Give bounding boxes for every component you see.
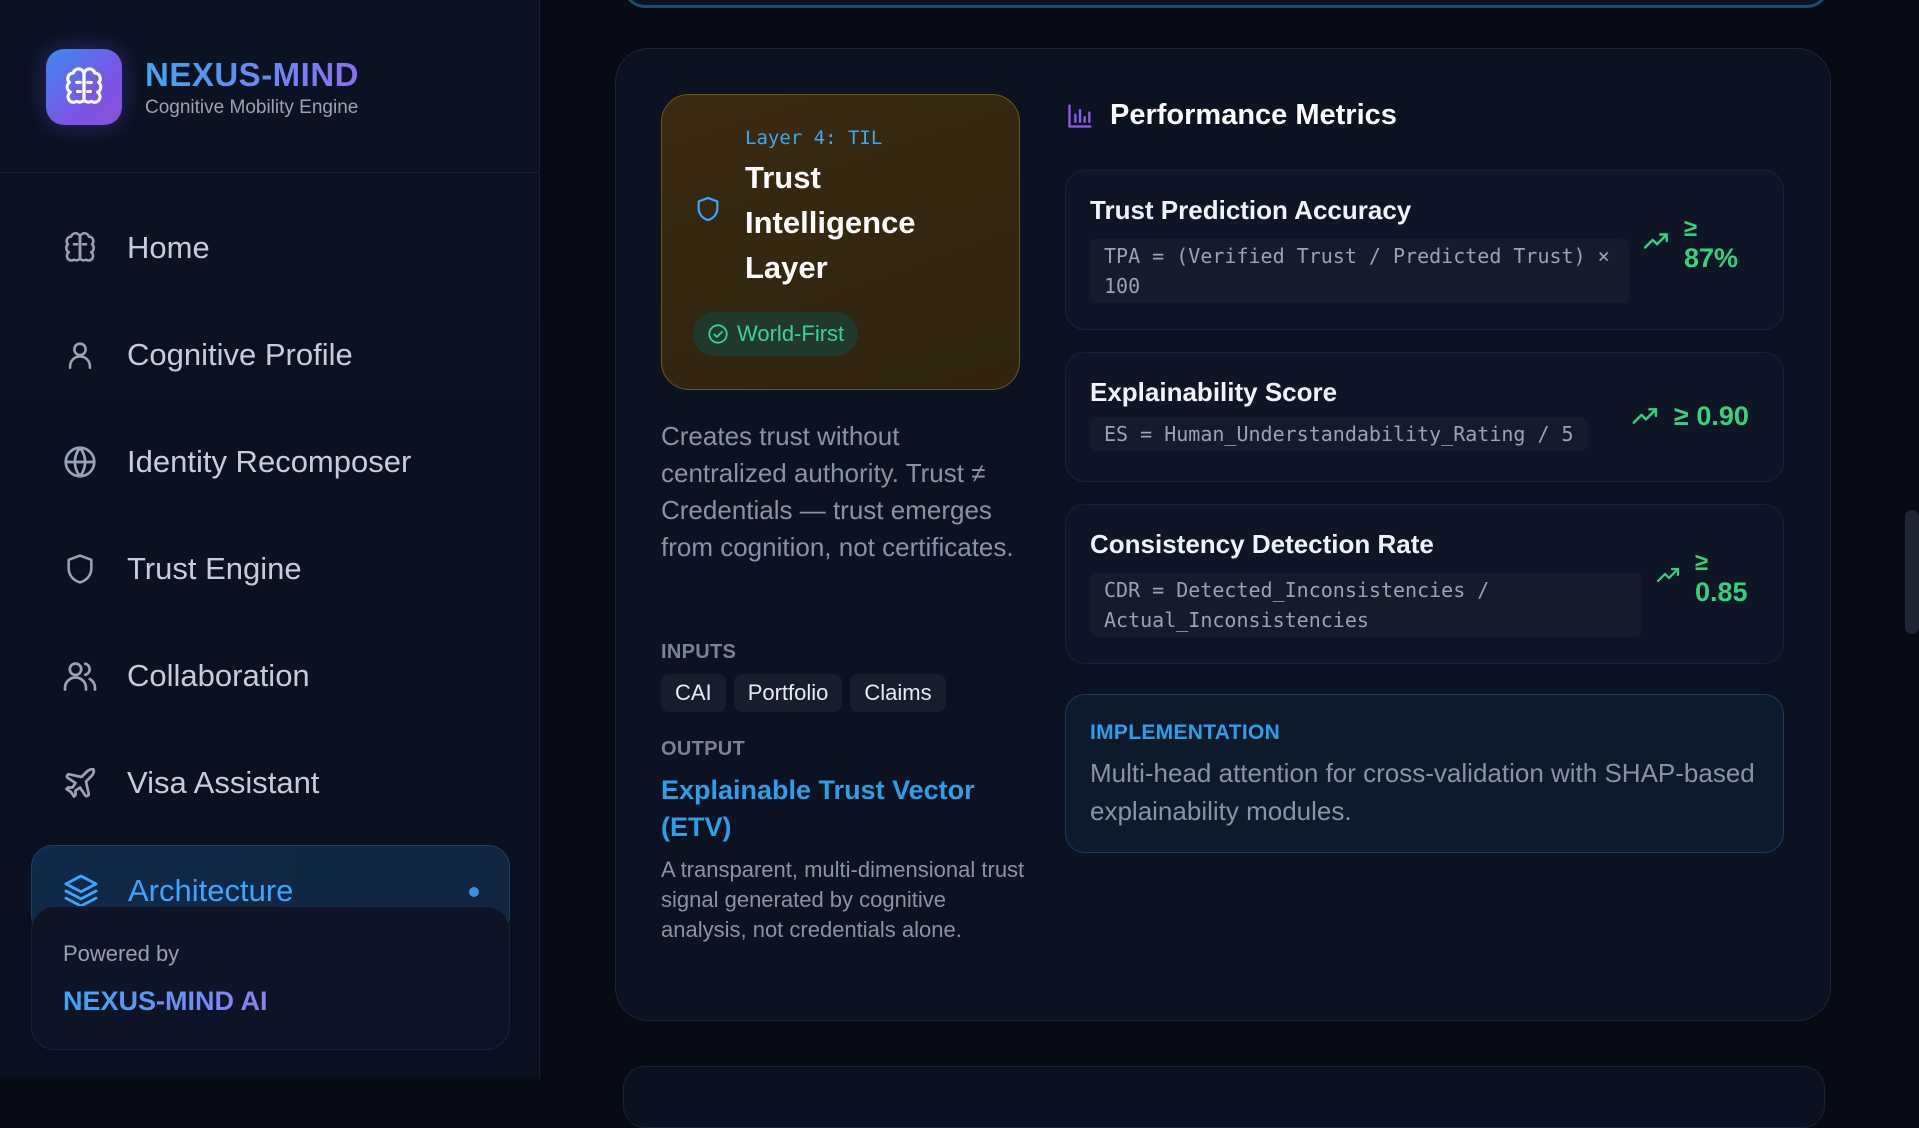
output-title: Explainable Trust Vector (ETV) (661, 775, 975, 842)
brand-subtitle: Cognitive Mobility Engine (145, 97, 359, 118)
metrics-header: Performance Metrics (1066, 99, 1397, 132)
user-icon (61, 336, 99, 374)
sidebar-item-cognitive-profile[interactable]: Cognitive Profile (31, 310, 508, 400)
badge-label: World-First (737, 321, 845, 346)
users-icon (61, 657, 99, 695)
brand-title: NEXUS-MIND (145, 56, 360, 93)
sidebar-item-home[interactable]: Home (31, 203, 508, 293)
metrics-title: Performance Metrics (1110, 99, 1397, 131)
trending-up-icon (1632, 406, 1660, 426)
sidebar-item-identity-recomposer[interactable]: Identity Recomposer (31, 417, 508, 507)
bar-chart-icon (1066, 102, 1094, 130)
shield-icon (61, 550, 99, 588)
sidebar: NEXUS-MIND Cognitive Mobility Engine Hom… (0, 0, 540, 1079)
metric-card-tpa: Trust Prediction Accuracy TPA = (Verifie… (1065, 170, 1784, 330)
output-label: OUTPUT (661, 738, 746, 760)
implementation-text: Multi-head attention for cross-validatio… (1090, 758, 1755, 826)
input-chip: CAI (661, 674, 726, 712)
brain-icon (46, 49, 122, 125)
input-chip: Claims (850, 674, 946, 712)
metric-value-prefix: ≥ (1684, 215, 1698, 242)
brain-icon (61, 229, 99, 267)
metric-value-number: 87% (1684, 243, 1739, 273)
sidebar-item-visa-assistant[interactable]: Visa Assistant (31, 738, 508, 828)
sidebar-item-collaboration[interactable]: Collaboration (31, 631, 508, 721)
brand[interactable]: NEXUS-MIND Cognitive Mobility Engine (46, 49, 359, 125)
active-indicator-dot (469, 887, 479, 897)
powered-by-name: NEXUS-MIND AI (63, 986, 268, 1016)
sidebar-item-label: Cognitive Profile (127, 337, 353, 372)
sidebar-item-label: Architecture (128, 873, 294, 908)
check-circle-icon (707, 323, 729, 345)
layer-title: Trust Intelligence Layer (745, 160, 916, 285)
implementation-card: IMPLEMENTATION Multi-head attention for … (1065, 694, 1784, 853)
layer-header-card: Layer 4: TIL Trust Intelligence Layer Wo… (661, 94, 1020, 390)
metric-value: ≥ 0.85 (1657, 551, 1748, 609)
metric-formula: CDR = Detected_Inconsistencies / Actual_… (1090, 573, 1642, 637)
metric-card-cdr: Consistency Detection Rate CDR = Detecte… (1065, 504, 1784, 664)
sidebar-item-label: Trust Engine (127, 551, 302, 586)
output-description: A transparent, multi-dimensional trust s… (661, 857, 1025, 942)
metric-name: Trust Prediction Accuracy (1090, 195, 1412, 225)
input-chip: Portfolio (733, 674, 843, 712)
metric-value-number: 0.85 (1695, 577, 1748, 607)
sidebar-item-label: Home (127, 230, 210, 265)
powered-by-label: Powered by (63, 941, 180, 966)
layers-icon (62, 872, 100, 910)
sidebar-item-label: Visa Assistant (127, 765, 320, 800)
layer-description: Creates trust without centralized author… (661, 421, 1014, 562)
powered-by-panel: Powered by NEXUS-MIND AI (31, 906, 510, 1050)
metric-name: Explainability Score (1090, 377, 1338, 407)
metric-value: ≥ 0.90 (1632, 399, 1749, 433)
metric-card-es: Explainability Score ES = Human_Understa… (1065, 352, 1784, 482)
metric-value: ≥ 87% (1644, 217, 1738, 275)
inputs-label: INPUTS (661, 641, 737, 663)
trending-up-icon (1657, 566, 1681, 584)
metric-value-number: ≥ 0.90 (1674, 401, 1749, 431)
previous-layer-card (623, 0, 1829, 8)
trending-up-icon (1644, 231, 1670, 251)
metric-formula: ES = Human_Understandability_Rating / 5 (1090, 417, 1588, 451)
world-first-badge: World-First (693, 312, 859, 356)
plane-icon (61, 764, 99, 802)
sidebar-item-label: Identity Recomposer (127, 444, 412, 479)
scrollbar-thumb[interactable] (1905, 510, 1919, 634)
metric-name: Consistency Detection Rate (1090, 529, 1434, 559)
shield-icon (694, 194, 722, 229)
sidebar-item-trust-engine[interactable]: Trust Engine (31, 524, 508, 614)
next-layer-card (623, 1066, 1825, 1128)
inputs-list: CAI Portfolio Claims (661, 674, 946, 712)
implementation-label: IMPLEMENTATION (1090, 721, 1281, 744)
layer-tag: Layer 4: TIL (745, 127, 883, 149)
metric-formula: TPA = (Verified Trust / Predicted Trust)… (1090, 239, 1629, 303)
metric-value-prefix: ≥ (1695, 549, 1709, 576)
sidebar-divider (0, 172, 539, 173)
sidebar-item-label: Collaboration (127, 658, 310, 693)
globe-icon (61, 443, 99, 481)
